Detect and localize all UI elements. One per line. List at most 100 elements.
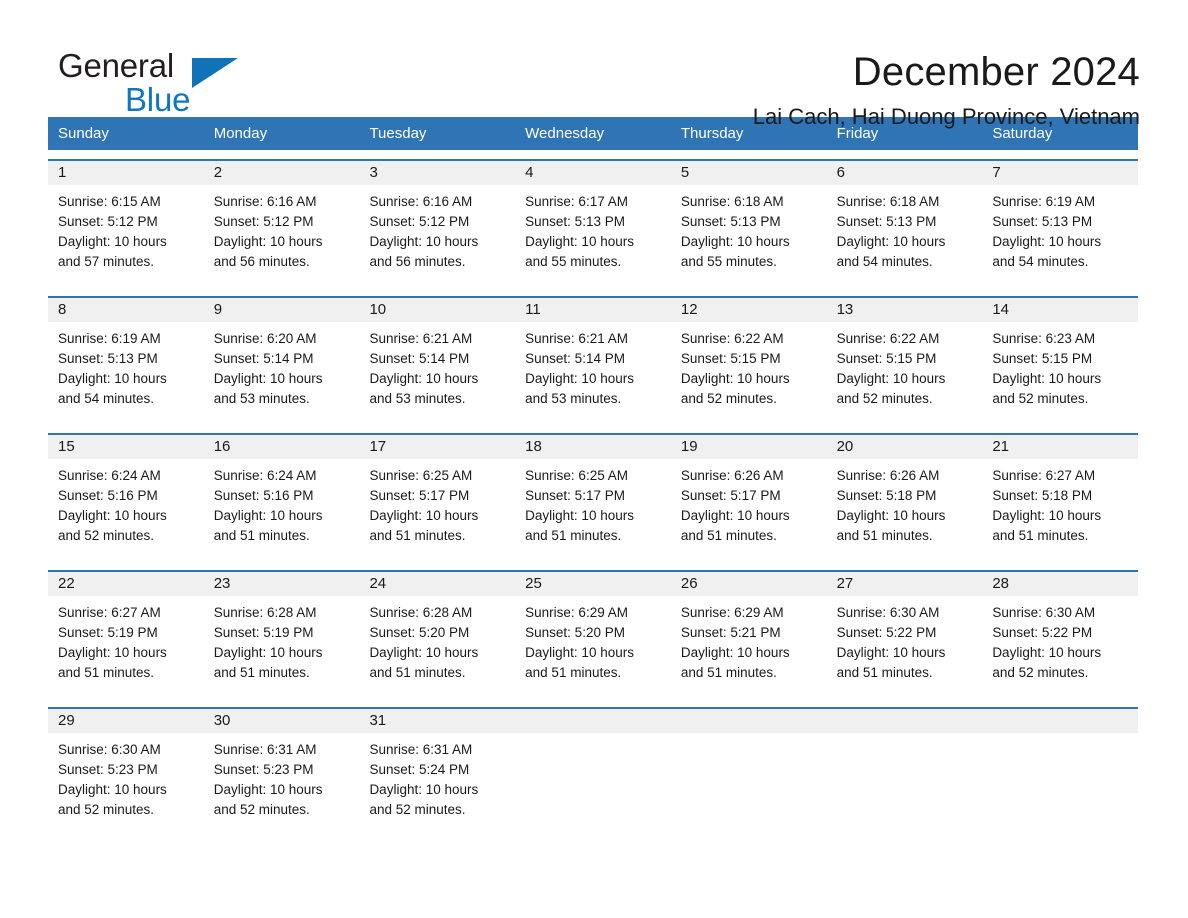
- day-cell[interactable]: Sunrise: 6:18 AM Sunset: 5:13 PM Dayligh…: [671, 185, 827, 287]
- day-number[interactable]: 8: [48, 298, 204, 322]
- sunrise-text: Sunrise: 6:29 AM: [680, 605, 784, 620]
- day-cell[interactable]: Sunrise: 6:29 AM Sunset: 5:20 PM Dayligh…: [515, 596, 671, 698]
- day-cell[interactable]: Sunrise: 6:19 AM Sunset: 5:13 PM Dayligh…: [48, 322, 204, 424]
- week-daynumber-strip: 29 30 31: [48, 709, 1138, 733]
- day-number[interactable]: 29: [48, 709, 204, 733]
- sunset-text: Sunset: 5:20 PM: [525, 625, 625, 640]
- day-number[interactable]: 27: [827, 572, 983, 596]
- day-cell[interactable]: Sunrise: 6:18 AM Sunset: 5:13 PM Dayligh…: [827, 185, 983, 287]
- day-number[interactable]: 25: [515, 572, 671, 596]
- day-number[interactable]: 9: [204, 298, 360, 322]
- day-number[interactable]: 22: [48, 572, 204, 596]
- sunset-text: Sunset: 5:24 PM: [369, 762, 470, 777]
- sunset-text: Sunset: 5:14 PM: [525, 351, 625, 366]
- day-number[interactable]: 24: [359, 572, 515, 596]
- week-row: 1 2 3 4 5 6 7 Sunrise: 6:15 AM Sunset: 5…: [48, 159, 1138, 287]
- day-number[interactable]: 30: [204, 709, 360, 733]
- daylight-text-line1: Daylight: 10 hours: [525, 645, 634, 660]
- day-cell[interactable]: Sunrise: 6:25 AM Sunset: 5:17 PM Dayligh…: [515, 459, 671, 561]
- triangle-icon: [192, 58, 238, 88]
- day-cell[interactable]: Sunrise: 6:28 AM Sunset: 5:19 PM Dayligh…: [204, 596, 360, 698]
- day-number[interactable]: 15: [48, 435, 204, 459]
- day-cell[interactable]: Sunrise: 6:29 AM Sunset: 5:21 PM Dayligh…: [671, 596, 827, 698]
- calendar-page: General Blue December 2024 Lai Cach, Hai…: [0, 0, 1188, 918]
- day-cell[interactable]: Sunrise: 6:19 AM Sunset: 5:13 PM Dayligh…: [982, 185, 1138, 287]
- day-cell[interactable]: Sunrise: 6:16 AM Sunset: 5:12 PM Dayligh…: [204, 185, 360, 287]
- day-number[interactable]: 19: [671, 435, 827, 459]
- daylight-text-line1: Daylight: 10 hours: [680, 645, 790, 660]
- week-row: 15 16 17 18 19 20 21 Sunrise: 6:24 AM Su…: [48, 433, 1138, 561]
- day-cell[interactable]: Sunrise: 6:31 AM Sunset: 5:23 PM Dayligh…: [204, 733, 360, 835]
- daylight-text-line2: and 51 minutes.: [213, 665, 310, 680]
- day-number[interactable]: 4: [515, 161, 671, 185]
- sunrise-text: Sunrise: 6:24 AM: [58, 468, 161, 483]
- day-cell[interactable]: Sunrise: 6:26 AM Sunset: 5:17 PM Dayligh…: [671, 459, 827, 561]
- day-number[interactable]: 3: [359, 161, 515, 185]
- day-cell[interactable]: Sunrise: 6:26 AM Sunset: 5:18 PM Dayligh…: [827, 459, 983, 561]
- page-header: General Blue December 2024 Lai Cach, Hai…: [48, 0, 1140, 129]
- day-number[interactable]: 17: [359, 435, 515, 459]
- day-cell[interactable]: Sunrise: 6:17 AM Sunset: 5:13 PM Dayligh…: [515, 185, 671, 287]
- day-number[interactable]: 1: [48, 161, 204, 185]
- sunrise-text: Sunrise: 6:25 AM: [525, 468, 628, 483]
- day-cell[interactable]: Sunrise: 6:16 AM Sunset: 5:12 PM Dayligh…: [359, 185, 515, 287]
- sunset-text: Sunset: 5:16 PM: [58, 488, 158, 503]
- day-cell[interactable]: Sunrise: 6:21 AM Sunset: 5:14 PM Dayligh…: [359, 322, 515, 424]
- day-number[interactable]: 28: [982, 572, 1138, 596]
- sunrise-text: Sunrise: 6:25 AM: [369, 468, 473, 483]
- daylight-text-line1: Daylight: 10 hours: [992, 234, 1102, 249]
- day-cell[interactable]: Sunrise: 6:24 AM Sunset: 5:16 PM Dayligh…: [204, 459, 360, 561]
- daylight-text-line1: Daylight: 10 hours: [58, 645, 167, 660]
- day-number[interactable]: 31: [359, 709, 515, 733]
- daylight-text-line2: and 56 minutes.: [369, 254, 466, 269]
- day-cell[interactable]: Sunrise: 6:23 AM Sunset: 5:15 PM Dayligh…: [982, 322, 1138, 424]
- day-cell[interactable]: Sunrise: 6:21 AM Sunset: 5:14 PM Dayligh…: [515, 322, 671, 424]
- day-number[interactable]: 14: [982, 298, 1138, 322]
- sunrise-text: Sunrise: 6:16 AM: [369, 194, 473, 209]
- day-number[interactable]: 11: [515, 298, 671, 322]
- day-cell[interactable]: Sunrise: 6:30 AM Sunset: 5:23 PM Dayligh…: [48, 733, 204, 835]
- daylight-text-line2: and 54 minutes.: [836, 254, 933, 269]
- day-number-empty: [827, 709, 983, 733]
- day-number[interactable]: 26: [671, 572, 827, 596]
- day-cell[interactable]: Sunrise: 6:30 AM Sunset: 5:22 PM Dayligh…: [827, 596, 983, 698]
- day-cell[interactable]: Sunrise: 6:24 AM Sunset: 5:16 PM Dayligh…: [48, 459, 204, 561]
- weekday-header-thursday: Thursday: [680, 125, 744, 142]
- daylight-text-line1: Daylight: 10 hours: [680, 508, 790, 523]
- sunrise-text: Sunrise: 6:17 AM: [525, 194, 628, 209]
- day-number[interactable]: 16: [204, 435, 360, 459]
- week-daynumber-strip: 22 23 24 25 26 27 28: [48, 572, 1138, 596]
- generalblue-logo[interactable]: General Blue: [48, 46, 348, 126]
- day-cell[interactable]: Sunrise: 6:27 AM Sunset: 5:19 PM Dayligh…: [48, 596, 204, 698]
- sunset-text: Sunset: 5:23 PM: [58, 762, 158, 777]
- day-cell[interactable]: Sunrise: 6:27 AM Sunset: 5:18 PM Dayligh…: [982, 459, 1138, 561]
- day-number[interactable]: 6: [827, 161, 983, 185]
- day-cell[interactable]: Sunrise: 6:20 AM Sunset: 5:14 PM Dayligh…: [204, 322, 360, 424]
- daylight-text-line2: and 55 minutes.: [525, 254, 622, 269]
- day-number[interactable]: 7: [982, 161, 1138, 185]
- sunset-text: Sunset: 5:22 PM: [992, 625, 1093, 640]
- day-cell[interactable]: Sunrise: 6:28 AM Sunset: 5:20 PM Dayligh…: [359, 596, 515, 698]
- day-number[interactable]: 23: [204, 572, 360, 596]
- sunset-text: Sunset: 5:12 PM: [58, 214, 158, 229]
- sunrise-text: Sunrise: 6:30 AM: [58, 742, 161, 757]
- day-number[interactable]: 2: [204, 161, 360, 185]
- daylight-text-line2: and 53 minutes.: [213, 391, 310, 406]
- day-number[interactable]: 10: [359, 298, 515, 322]
- day-cell[interactable]: Sunrise: 6:25 AM Sunset: 5:17 PM Dayligh…: [359, 459, 515, 561]
- day-number[interactable]: 5: [671, 161, 827, 185]
- sunrise-text: Sunrise: 6:20 AM: [213, 331, 317, 346]
- day-cell[interactable]: Sunrise: 6:30 AM Sunset: 5:22 PM Dayligh…: [982, 596, 1138, 698]
- day-number[interactable]: 21: [982, 435, 1138, 459]
- daylight-text-line1: Daylight: 10 hours: [836, 371, 946, 386]
- day-number[interactable]: 18: [515, 435, 671, 459]
- day-cell[interactable]: Sunrise: 6:31 AM Sunset: 5:24 PM Dayligh…: [359, 733, 515, 835]
- daylight-text-line1: Daylight: 10 hours: [213, 371, 323, 386]
- day-number[interactable]: 20: [827, 435, 983, 459]
- day-cell[interactable]: Sunrise: 6:22 AM Sunset: 5:15 PM Dayligh…: [827, 322, 983, 424]
- week-daynumber-strip: 15 16 17 18 19 20 21: [48, 435, 1138, 459]
- day-number[interactable]: 13: [827, 298, 983, 322]
- day-cell[interactable]: Sunrise: 6:22 AM Sunset: 5:15 PM Dayligh…: [671, 322, 827, 424]
- day-cell[interactable]: Sunrise: 6:15 AM Sunset: 5:12 PM Dayligh…: [48, 185, 204, 287]
- day-number[interactable]: 12: [671, 298, 827, 322]
